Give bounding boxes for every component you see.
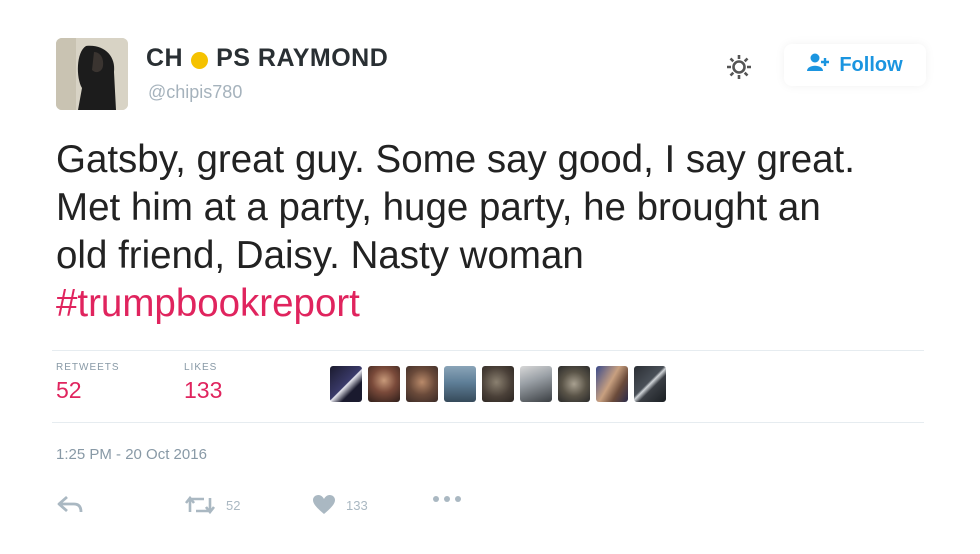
retweet-button[interactable]: 52 (184, 494, 240, 516)
liker-avatar[interactable] (634, 366, 666, 402)
retweets-stat[interactable]: RETWEETS 52 (56, 362, 120, 404)
tweet-timestamp[interactable]: 1:25 PM - 20 Oct 2016 (56, 446, 207, 463)
like-count: 133 (346, 497, 368, 513)
avatar-photo (56, 38, 128, 110)
reply-icon (56, 494, 84, 516)
likes-stat[interactable]: LIKES 133 (184, 362, 222, 404)
retweet-icon (184, 494, 216, 516)
tweet-text: Gatsby, great guy. Some say good, I say … (56, 136, 936, 328)
liker-avatars (330, 366, 666, 402)
liker-avatar[interactable] (406, 366, 438, 402)
user-handle[interactable]: @chipis780 (148, 82, 242, 103)
add-user-icon (807, 52, 831, 78)
more-dots-icon (432, 494, 462, 504)
liker-avatar[interactable] (444, 366, 476, 402)
like-button[interactable]: 133 (312, 494, 368, 516)
retweets-count: 52 (56, 377, 82, 403)
heart-icon (312, 494, 336, 516)
liker-avatar[interactable] (558, 366, 590, 402)
avatar[interactable] (56, 38, 128, 110)
gear-icon[interactable] (724, 52, 754, 82)
likes-label: LIKES (184, 362, 218, 373)
liker-avatar[interactable] (330, 366, 362, 402)
retweet-count: 52 (226, 497, 241, 513)
display-name-part-1: CH (146, 44, 184, 72)
tweet-text-line-1: Gatsby, great guy. Some say good, I say … (56, 138, 855, 181)
tweet-text-line-3: old friend, Daisy. Nasty woman (56, 234, 584, 277)
retweets-label: RETWEETS (56, 362, 120, 373)
liker-avatar[interactable] (520, 366, 552, 402)
liker-avatar[interactable] (368, 366, 400, 402)
divider-top (52, 350, 924, 351)
more-button[interactable] (432, 494, 462, 504)
tweet-card: CH PS RAYMOND @chipis780 Follow Gatsby, … (0, 0, 980, 554)
likes-count: 133 (184, 377, 223, 403)
liker-avatar[interactable] (596, 366, 628, 402)
display-name-part-2: PS RAYMOND (216, 44, 389, 72)
divider-bottom (52, 422, 924, 423)
follow-button-label: Follow (839, 53, 903, 76)
follow-button[interactable]: Follow (784, 44, 926, 86)
liker-avatar[interactable] (482, 366, 514, 402)
display-name[interactable]: CH PS RAYMOND (146, 44, 388, 73)
tweet-text-line-2: Met him at a party, huge party, he broug… (56, 186, 821, 229)
reply-button[interactable] (56, 494, 84, 516)
yellow-dot-emoji-icon (191, 52, 209, 69)
hashtag-link[interactable]: #trumpbookreport (56, 280, 936, 328)
